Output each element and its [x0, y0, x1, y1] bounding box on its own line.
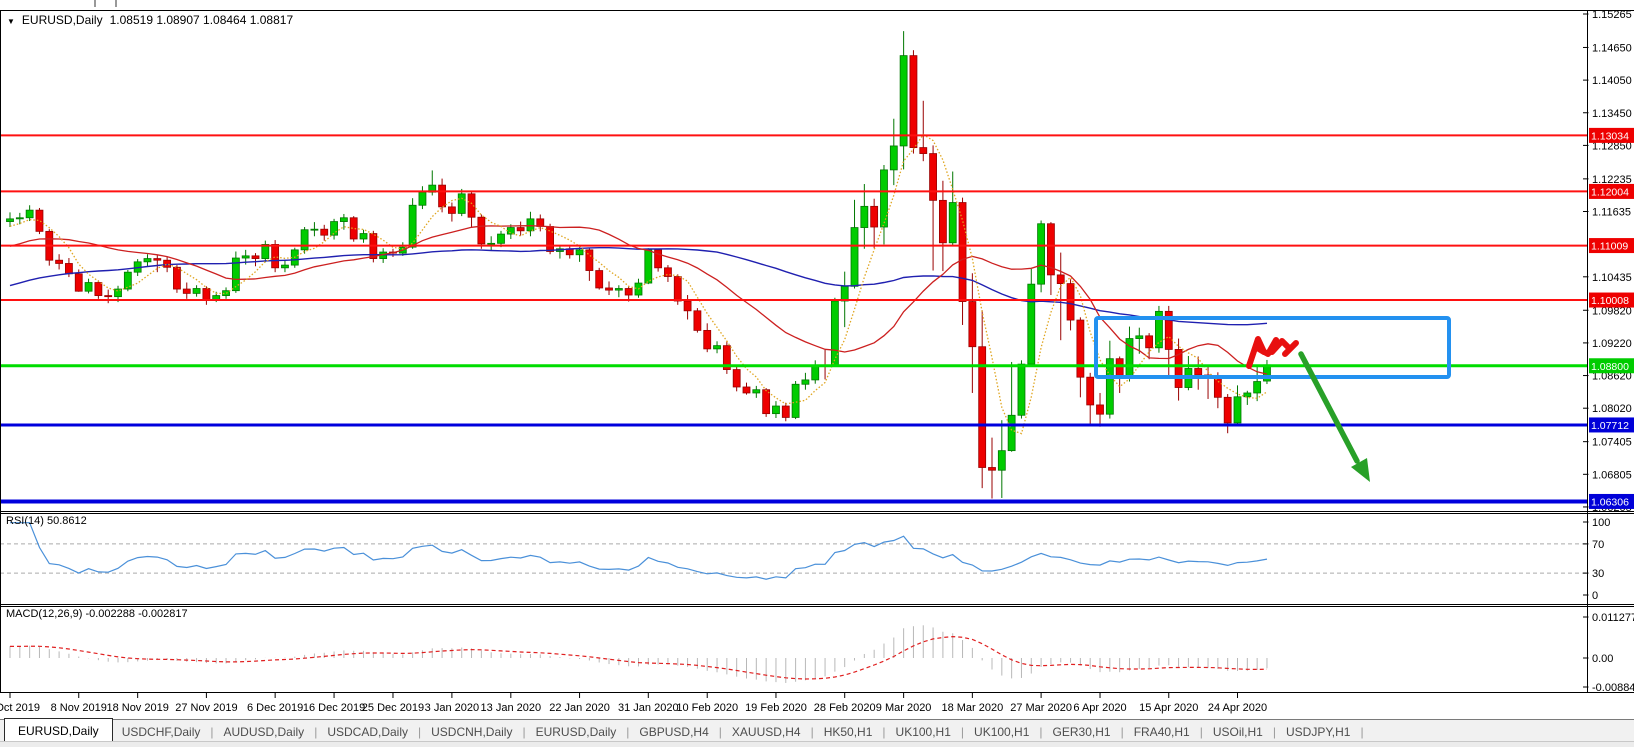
date-label: 3 Jan 2020 [425, 702, 479, 714]
tab-fra40-h1[interactable]: FRA40,H1 [1125, 722, 1199, 742]
date-label: 27 Mar 2020 [1010, 702, 1072, 714]
price-tick-label: 1.14650 [1592, 42, 1632, 54]
chart-title-bar: ▼ EURUSD,Daily 1.08519 1.08907 1.08464 1… [7, 13, 293, 27]
tab-gbpusd-h4[interactable]: GBPUSD,H4 [630, 722, 717, 742]
tab-eurusd-daily[interactable]: EURUSD,Daily [4, 718, 113, 743]
price-tick-label: 1.14050 [1592, 75, 1632, 87]
date-label: 18 Nov 2019 [106, 702, 168, 714]
tab-usdchf-daily[interactable]: USDCHF,Daily [113, 722, 210, 742]
tab-ger30-h1[interactable]: GER30,H1 [1044, 722, 1120, 742]
price-badge-label: 1.13034 [1591, 130, 1629, 142]
date-label: 18 Mar 2020 [941, 702, 1003, 714]
tab-eurusd-daily[interactable]: EURUSD,Daily [527, 722, 626, 742]
date-label: 8 Nov 2019 [51, 702, 107, 714]
macd-tick-label: 0.00 [1592, 653, 1613, 665]
chart-ohlc-values: 1.08519 1.08907 1.08464 1.08817 [110, 13, 294, 27]
chart-canvas[interactable]: 1.152651.146501.140501.134501.128501.122… [0, 0, 1634, 747]
tab-uk100-h1[interactable]: UK100,H1 [887, 722, 960, 742]
date-label: 25 Dec 2019 [362, 702, 424, 714]
price-badge-label: 1.11009 [1591, 241, 1628, 253]
date-label: 27 Nov 2019 [175, 702, 237, 714]
price-badge-label: 1.10008 [1591, 295, 1629, 307]
date-label: 31 Jan 2020 [618, 702, 679, 714]
date-label: 6 Dec 2019 [247, 702, 303, 714]
top-mark [94, 0, 96, 7]
price-badge-label: 1.06306 [1591, 496, 1629, 508]
tab-usdjpy-h1[interactable]: USDJPY,H1 [1277, 722, 1359, 742]
date-label: 19 Feb 2020 [745, 702, 807, 714]
rsi-indicator-label: RSI(14) 50.8612 [6, 515, 87, 527]
date-label: 13 Jan 2020 [481, 702, 542, 714]
tab-usdcad-daily[interactable]: USDCAD,Daily [318, 722, 417, 742]
date-label: 15 Apr 2020 [1139, 702, 1198, 714]
price-tick-label: 1.11635 [1592, 207, 1631, 219]
rsi-tick-label: 70 [1592, 539, 1604, 551]
macd-indicator-label: MACD(12,26,9) -0.002288 -0.002817 [6, 608, 188, 620]
top-mark [115, 0, 117, 7]
price-tick-label: 1.13450 [1592, 108, 1632, 120]
price-tick-label: 1.10435 [1592, 272, 1632, 284]
trading-terminal-window: 1.152651.146501.140501.134501.128501.122… [0, 0, 1634, 747]
rsi-tick-label: 100 [1592, 517, 1610, 529]
price-panel[interactable] [0, 11, 1634, 512]
date-label: 10 Feb 2020 [676, 702, 738, 714]
tab-audusd-daily[interactable]: AUDUSD,Daily [215, 722, 314, 742]
rsi-panel[interactable] [0, 514, 1634, 605]
tab-hk50-h1[interactable]: HK50,H1 [815, 722, 882, 742]
tab-uk100-h1[interactable]: UK100,H1 [965, 722, 1038, 742]
chart-symbol-label: EURUSD,Daily [22, 13, 103, 27]
tab-usdcnh-daily[interactable]: USDCNH,Daily [422, 722, 521, 742]
price-tick-label: 1.06805 [1592, 469, 1632, 481]
price-badge-label: 1.07712 [1591, 420, 1629, 432]
price-tick-label: 1.09220 [1592, 338, 1632, 350]
chart-tab-bar: EURUSD,DailyUSDCHF,Daily|AUDUSD,Daily|US… [0, 719, 1634, 743]
price-badge-label: 1.08800 [1591, 361, 1629, 373]
date-label: 9 Mar 2020 [876, 702, 932, 714]
date-label: 22 Jan 2020 [549, 702, 610, 714]
date-label: 16 Dec 2019 [303, 702, 365, 714]
date-label: 28 Feb 2020 [814, 702, 876, 714]
price-badge-label: 1.12004 [1591, 186, 1629, 198]
price-tick-label: 1.08020 [1592, 403, 1632, 415]
date-label: 30 Oct 2019 [0, 702, 40, 714]
status-strip [0, 741, 1634, 747]
tab-separator: | [1359, 725, 1364, 739]
tab-xauusd-h4[interactable]: XAUUSD,H4 [723, 722, 810, 742]
price-tick-label: 1.07405 [1592, 437, 1632, 449]
collapse-indicators-icon[interactable]: ▼ [7, 17, 15, 26]
macd-tick-label: 0.011277 [1592, 612, 1634, 624]
macd-panel[interactable] [0, 607, 1634, 693]
date-label: 24 Apr 2020 [1208, 702, 1267, 714]
rsi-tick-label: 0 [1592, 590, 1598, 602]
date-label: 6 Apr 2020 [1073, 702, 1126, 714]
tab-usoil-h1[interactable]: USOil,H1 [1204, 722, 1272, 742]
rsi-tick-label: 30 [1592, 568, 1604, 580]
